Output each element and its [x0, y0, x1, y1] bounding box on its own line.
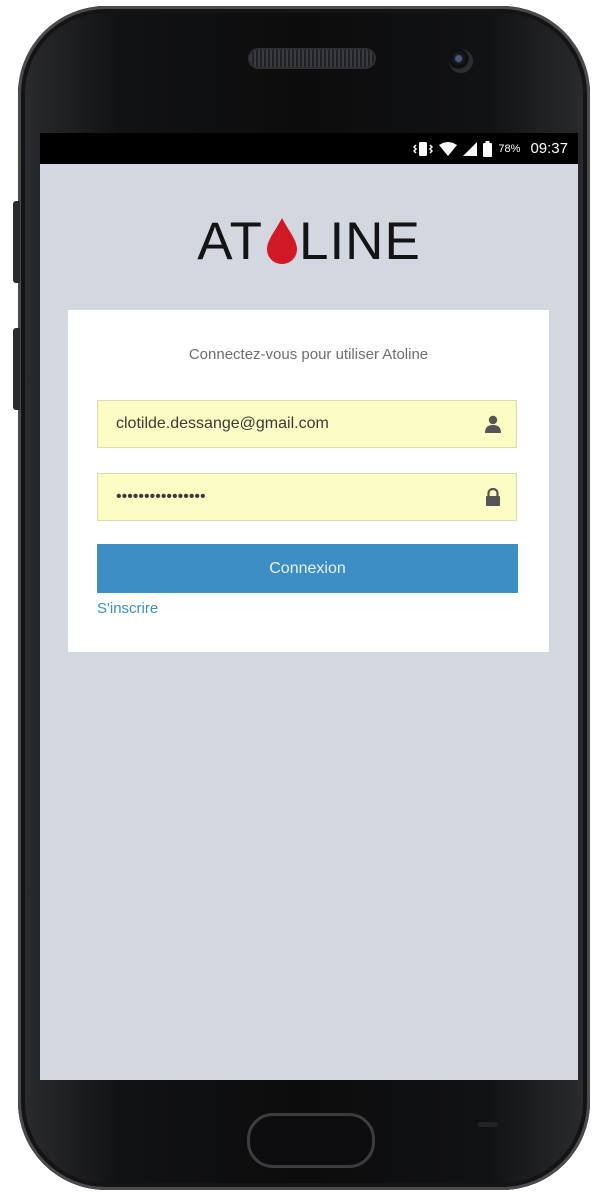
- password-field[interactable]: [97, 473, 517, 521]
- front-camera-icon: [449, 49, 473, 73]
- volume-button: [13, 201, 20, 283]
- home-button[interactable]: [247, 1113, 375, 1168]
- blood-drop-icon: [266, 218, 297, 264]
- signal-icon: [463, 141, 478, 156]
- lock-icon: [486, 488, 500, 506]
- status-bar: 78% 09:37: [40, 133, 578, 164]
- screen: 78% 09:37 AT LINE Connectez-vous pour ut…: [40, 133, 578, 1080]
- login-button[interactable]: Connexion: [97, 544, 518, 593]
- wifi-icon: [439, 141, 458, 156]
- email-field[interactable]: [97, 400, 517, 448]
- atoline-logo: AT LINE: [40, 211, 578, 271]
- battery-icon: [483, 140, 493, 157]
- password-input[interactable]: [98, 474, 486, 520]
- status-clock: 09:37: [530, 140, 568, 157]
- email-input[interactable]: [98, 401, 486, 447]
- user-icon: [485, 415, 501, 433]
- status-icons: 78% 09:37: [413, 133, 568, 164]
- sensor: [478, 1122, 498, 1127]
- login-card: Connectez-vous pour utiliser Atoline Con…: [68, 310, 549, 652]
- logo-text-left: AT: [197, 211, 263, 271]
- bixby-button: [13, 328, 20, 410]
- battery-percent: 78%: [498, 142, 521, 155]
- signup-link[interactable]: S'inscrire: [97, 600, 158, 617]
- login-prompt: Connectez-vous pour utiliser Atoline: [188, 346, 429, 363]
- vibrate-icon: [413, 141, 434, 156]
- earpiece-speaker: [250, 50, 374, 67]
- logo-text-right: LINE: [298, 211, 421, 271]
